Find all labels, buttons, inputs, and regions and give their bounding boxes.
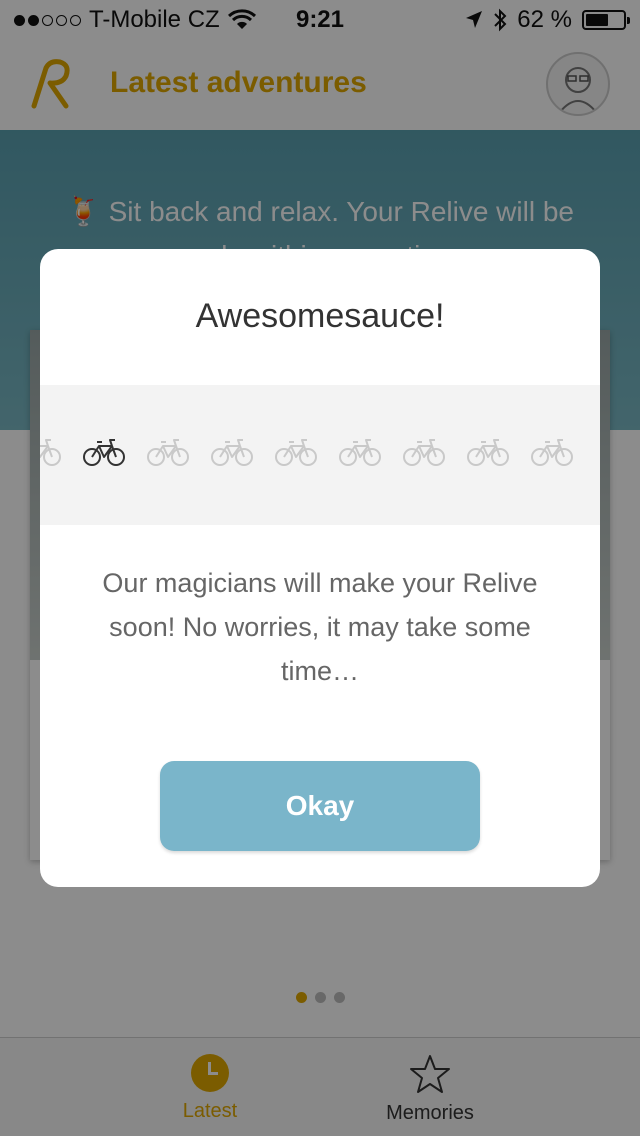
bicycle-icon (211, 439, 253, 466)
bicycle-icon (467, 439, 509, 466)
bike-row (40, 437, 574, 467)
dialog-message: Our magicians will make your Relive soon… (102, 568, 538, 686)
okay-button[interactable]: Okay (160, 761, 480, 851)
bicycle-icon (147, 439, 189, 466)
confirmation-dialog: Awesomesauce! Our magicians will make yo… (40, 249, 600, 887)
dialog-title: Awesomesauce! (195, 297, 445, 335)
bicycle-icon (339, 439, 381, 466)
bicycle-icon (531, 439, 573, 466)
bicycle-icon (275, 439, 317, 466)
loading-animation (40, 385, 600, 525)
bicycle-icon (403, 439, 445, 466)
bicycle-icon (40, 439, 61, 466)
bicycle-icon (83, 439, 125, 466)
